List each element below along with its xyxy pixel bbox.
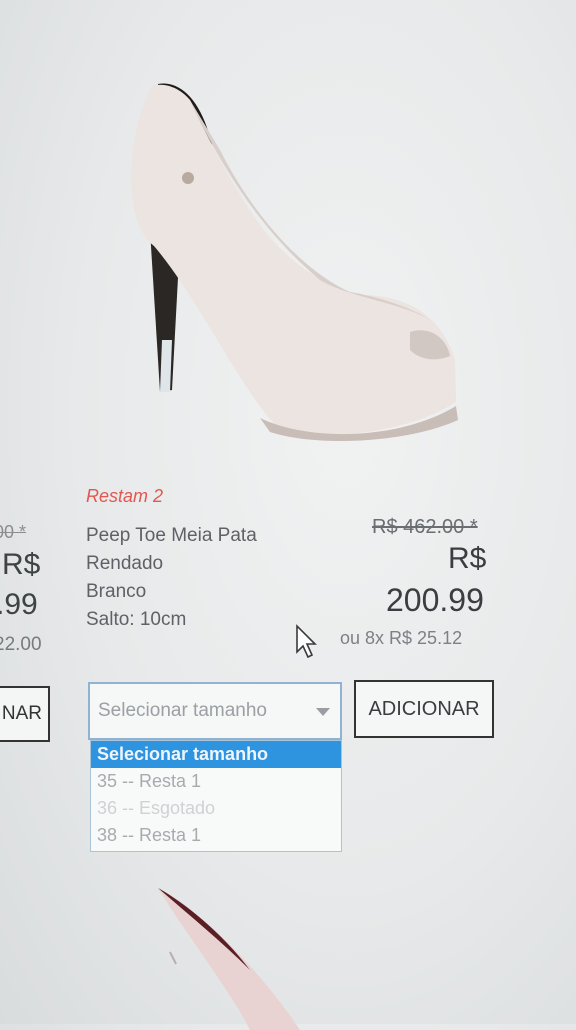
size-option-selected[interactable]: Selecionar tamanho: [91, 741, 341, 768]
installments-text: ou 8x R$ 25.12: [340, 628, 463, 648]
old-price: R$ 462.00 *: [372, 516, 478, 538]
size-option-35[interactable]: 35 -- Resta 1: [91, 768, 341, 795]
add-to-cart-button[interactable]: ADICIONAR: [354, 680, 494, 738]
size-dropdown-list: Selecionar tamanho 35 -- Resta 1 36 -- E…: [90, 740, 342, 852]
left-product-image[interactable]: [0, 360, 20, 430]
left-old-price: 00 *: [0, 522, 27, 542]
left-add-button[interactable]: NAR: [0, 686, 50, 742]
mouse-pointer-icon: [296, 624, 317, 659]
stock-remaining-note: Restam 2: [86, 486, 164, 506]
product-name[interactable]: Peep Toe Meia Pata Rendado Branco Salto:…: [86, 522, 326, 634]
next-product-image[interactable]: [140, 880, 340, 1030]
left-currency: R$: [2, 548, 41, 581]
chevron-down-icon: [316, 708, 330, 716]
size-select-value: Selecionar tamanho: [98, 700, 267, 721]
current-price: 200.99: [386, 582, 484, 618]
size-option-38[interactable]: 38 -- Resta 1: [91, 822, 341, 849]
product-name-line: Peep Toe Meia Pata: [86, 525, 257, 546]
product-heel-height: Salto: 10cm: [86, 609, 187, 630]
left-installments: 22.00: [0, 634, 42, 655]
price-currency: R$: [448, 542, 487, 575]
left-price: .99: [0, 588, 38, 621]
size-select[interactable]: Selecionar tamanho: [88, 682, 342, 740]
product-color: Branco: [86, 581, 147, 602]
product-image-peep-toe[interactable]: [110, 70, 470, 450]
size-option-36-sold-out: 36 -- Esgotado: [97, 798, 216, 818]
product-name-line: Rendado: [86, 553, 164, 574]
